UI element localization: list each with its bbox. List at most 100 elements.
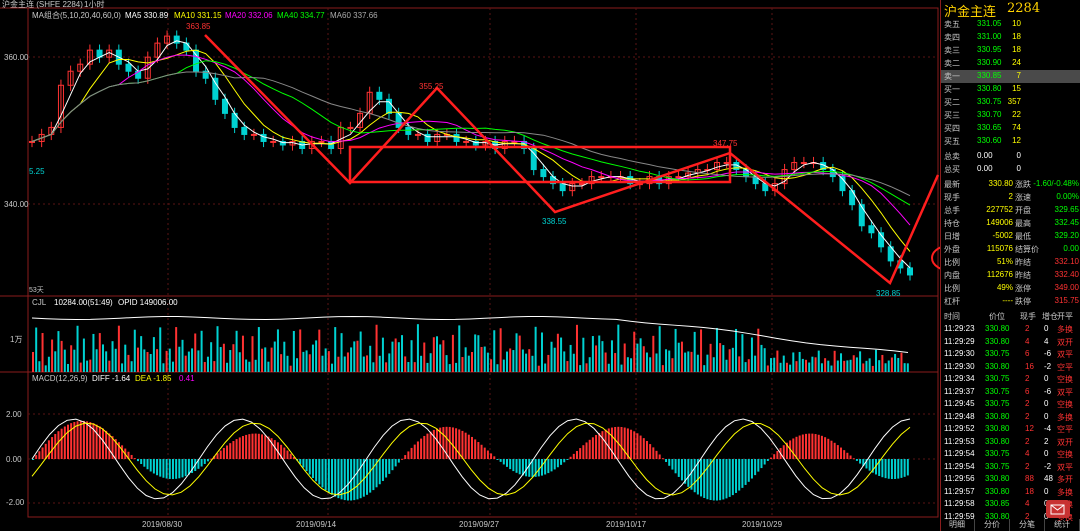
bid-row[interactable]: 买二 330.75 357 (941, 96, 1080, 109)
bid-row[interactable]: 买三 330.70 22 (941, 109, 1080, 122)
volume-bar (862, 363, 865, 372)
trade-cell: 11:29:34 (944, 374, 975, 383)
bid-row[interactable]: 买五 330.60 12 (941, 135, 1080, 148)
volume-bar (868, 358, 871, 372)
trade-cell: 330.75 (985, 374, 1010, 383)
volume-title: CJL (32, 298, 47, 307)
tab-tick[interactable]: 分笔 (1010, 519, 1045, 531)
volume-bar (44, 365, 47, 372)
book-label: 卖一 (944, 72, 960, 81)
macd-bar (254, 433, 257, 459)
volume-bar (41, 333, 44, 372)
trade-cell: -6 (1044, 349, 1052, 358)
label-low2: 328.85 (876, 289, 901, 298)
trade-cell: 11:29:37 (944, 386, 975, 396)
tab-stats[interactable]: 统计 (1045, 519, 1080, 531)
stat-row: 外盘 115076 结算价 0.00 (941, 243, 1080, 256)
volume-bar (540, 332, 543, 372)
tab-price[interactable]: 分价 (975, 519, 1010, 531)
trade-header-cell: 增仓 (1042, 312, 1058, 321)
book-price: 330.60 (977, 136, 1002, 145)
trade-cell: 16 (1025, 361, 1034, 371)
volume-bar (846, 360, 849, 372)
trade-cell: 11:29:29 (944, 336, 975, 346)
volume-bar (575, 324, 578, 372)
book-price: 330.70 (977, 110, 1002, 119)
macd-bar (261, 434, 264, 459)
volume-bar (601, 341, 604, 372)
volume-bar (518, 335, 521, 372)
trade-cell: 330.85 (985, 499, 1010, 508)
trade-cell: 空平 (1057, 362, 1073, 372)
macd-value: 0.41 (179, 374, 195, 383)
macd-bar (222, 447, 225, 459)
volume-bar (366, 355, 369, 372)
macd-bar (715, 459, 718, 501)
ask-row[interactable]: 卖一 330.85 7 (941, 70, 1080, 83)
volume-bar (875, 349, 878, 372)
macd-bar (480, 444, 483, 459)
chart-canvas (0, 7, 940, 518)
quote-code: 2284 (1007, 1, 1041, 16)
volume-bar (738, 356, 741, 372)
ma-line (31, 71, 911, 197)
book-vol: 18 (1012, 32, 1021, 41)
stat-value: 51% (996, 257, 1013, 266)
macd-bar (636, 433, 639, 459)
stat-value: 349.00 (1054, 283, 1079, 292)
trade-cell: 88 (1025, 474, 1034, 483)
trade-cell: 0 (1044, 399, 1049, 408)
bid-row[interactable]: 买四 330.65 74 (941, 122, 1080, 135)
stat-value: 329.20 (1054, 231, 1079, 240)
ask-row[interactable]: 卖四 331.00 18 (941, 31, 1080, 44)
volume-axis: 1万 (10, 335, 23, 344)
macd-bar (410, 447, 413, 459)
volume-bar (585, 363, 588, 372)
x-axis-label: 2019/08/30 (142, 520, 183, 529)
volume-bar (276, 329, 279, 372)
volume-bar (171, 361, 174, 372)
stat-label: 跌停 (1015, 297, 1031, 306)
volume-bar (311, 344, 314, 372)
macd-bar (413, 444, 416, 459)
ask-row[interactable]: 卖二 330.90 24 (941, 57, 1080, 70)
volume-bar (181, 339, 184, 372)
trade-row: 11:29:54 330.75 4 0 空换 (941, 448, 1080, 461)
stat-label: 内盘 (944, 271, 960, 280)
trade-cell: 11:29:56 (944, 474, 975, 483)
trade-cell: 多换 (1057, 325, 1073, 334)
volume-bar (340, 333, 343, 372)
volume-bar (474, 334, 477, 372)
trade-row: 11:29:57 330.80 18 0 多换 (941, 486, 1080, 499)
macd-bar (572, 453, 575, 459)
trade-cell: 4 (1044, 336, 1049, 346)
trade-header: 时间 价位 现手 增仓 开平 (941, 310, 1080, 323)
trade-cell: 空换 (1057, 375, 1073, 384)
trade-cell: 空平 (1057, 425, 1073, 434)
macd-bar (725, 459, 728, 499)
ask-row[interactable]: 卖三 330.95 18 (941, 44, 1080, 57)
stat-value: 332.45 (1054, 218, 1079, 227)
volume-bar (410, 340, 413, 372)
volume-bar (149, 354, 152, 372)
volume-bar (528, 349, 531, 372)
trade-row: 11:29:53 330.80 2 2 双开 (941, 436, 1080, 449)
trade-row: 11:29:48 330.80 2 0 多换 (941, 411, 1080, 424)
volume-bar (887, 360, 890, 372)
volume-bar (693, 331, 696, 372)
volume-bar (591, 336, 594, 372)
bid-row[interactable]: 买一 330.80 15 (941, 83, 1080, 96)
mail-icon[interactable] (1046, 500, 1070, 518)
volume-bar (715, 327, 718, 372)
ask-row[interactable]: 卖五 331.05 10 (941, 18, 1080, 31)
macd-bar (95, 424, 98, 459)
tab-detail[interactable]: 明细 (940, 519, 975, 531)
volume-bar (92, 333, 95, 372)
trade-cell: 48 (1044, 474, 1053, 483)
stat-value: 149006 (986, 218, 1013, 227)
trade-cell: 330.80 (985, 424, 1010, 433)
volume-bar (283, 341, 286, 372)
macd-bar (248, 434, 251, 459)
volume-bar (241, 335, 244, 372)
volume-bar (550, 341, 553, 372)
